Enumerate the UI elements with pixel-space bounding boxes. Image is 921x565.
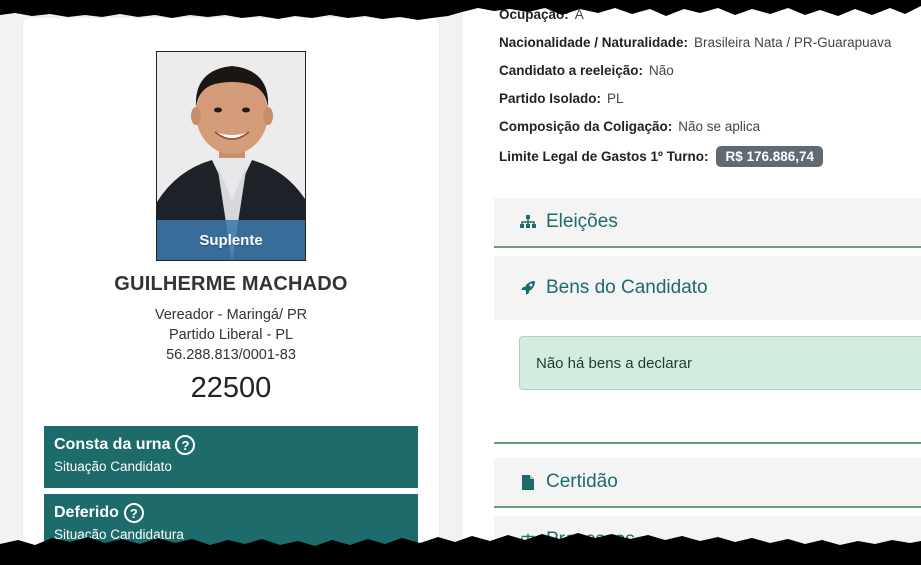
nationality-value: Brasileira Nata / PR-Guarapuava <box>694 35 892 50</box>
torn-edge-top <box>0 0 921 20</box>
coalition-row: Composição da Coligação: Não se aplica <box>499 119 760 134</box>
section-assets-title: Bens do Candidato <box>546 277 708 298</box>
coalition-value: Não se aplica <box>678 119 761 134</box>
spending-limit-badge: R$ 176.886,74 <box>716 146 824 167</box>
sitemap-icon <box>520 215 536 229</box>
reelection-row: Candidato a reeleição: Não <box>499 63 674 78</box>
candidate-photo: Suplente <box>156 51 306 261</box>
party-row: Partido Isolado: PL <box>499 91 624 106</box>
candidate-party: Partido Liberal - PL <box>168 327 294 343</box>
no-assets-alert: Não há bens a declarar <box>519 336 921 390</box>
reelection-label: Candidato a reeleição: <box>499 63 644 78</box>
section-elections[interactable]: Eleições <box>494 198 921 248</box>
section-certificate-title: Certidão <box>546 471 618 492</box>
section-elections-title: Eleições <box>546 211 618 232</box>
candidate-number: 22500 <box>190 372 272 404</box>
ballot-status-subtitle: Situação Candidato <box>54 459 172 474</box>
candidate-cnpj: 56.288.813/0001-83 <box>166 347 296 363</box>
help-icon[interactable]: ? <box>175 435 196 455</box>
spending-limit-row: Limite Legal de Gastos 1º Turno: R$ 176.8… <box>499 146 824 167</box>
rocket-icon <box>520 280 536 296</box>
coalition-label: Composição da Coligação: <box>499 119 673 134</box>
nationality-label: Nacionalidade / Naturalidade: <box>499 35 689 50</box>
party-value: PL <box>607 91 624 106</box>
reelection-value: Não <box>649 63 674 78</box>
document-icon <box>520 474 536 490</box>
party-label: Partido Isolado: <box>499 91 602 106</box>
spending-limit-label: Limite Legal de Gastos 1º Turno: <box>499 149 709 164</box>
candidate-card: Suplente GUILHERME MACHADO Vereador - Ma… <box>23 18 439 565</box>
torn-edge-bottom <box>0 533 921 565</box>
section-certificate[interactable]: Certidão <box>494 458 921 508</box>
ballot-status-label: Consta da urna <box>54 436 171 453</box>
candidate-office: Vereador - Maringá/ PR <box>154 307 308 323</box>
nationality-row: Nacionalidade / Naturalidade: Brasileira … <box>499 35 891 50</box>
candidate-details-panel: Ocupação: A Nacionalidade / Naturalidade:… <box>463 0 921 565</box>
candidate-name: GUILHERME MACHADO <box>114 273 348 295</box>
status-badge: Suplente <box>157 220 305 260</box>
section-assets[interactable]: Bens do Candidato Não há bens a declarar <box>494 256 921 444</box>
ballot-status-title: Consta da urna ? <box>54 435 408 455</box>
ballot-status-box: Consta da urna ? Situação Candidato <box>44 426 418 488</box>
